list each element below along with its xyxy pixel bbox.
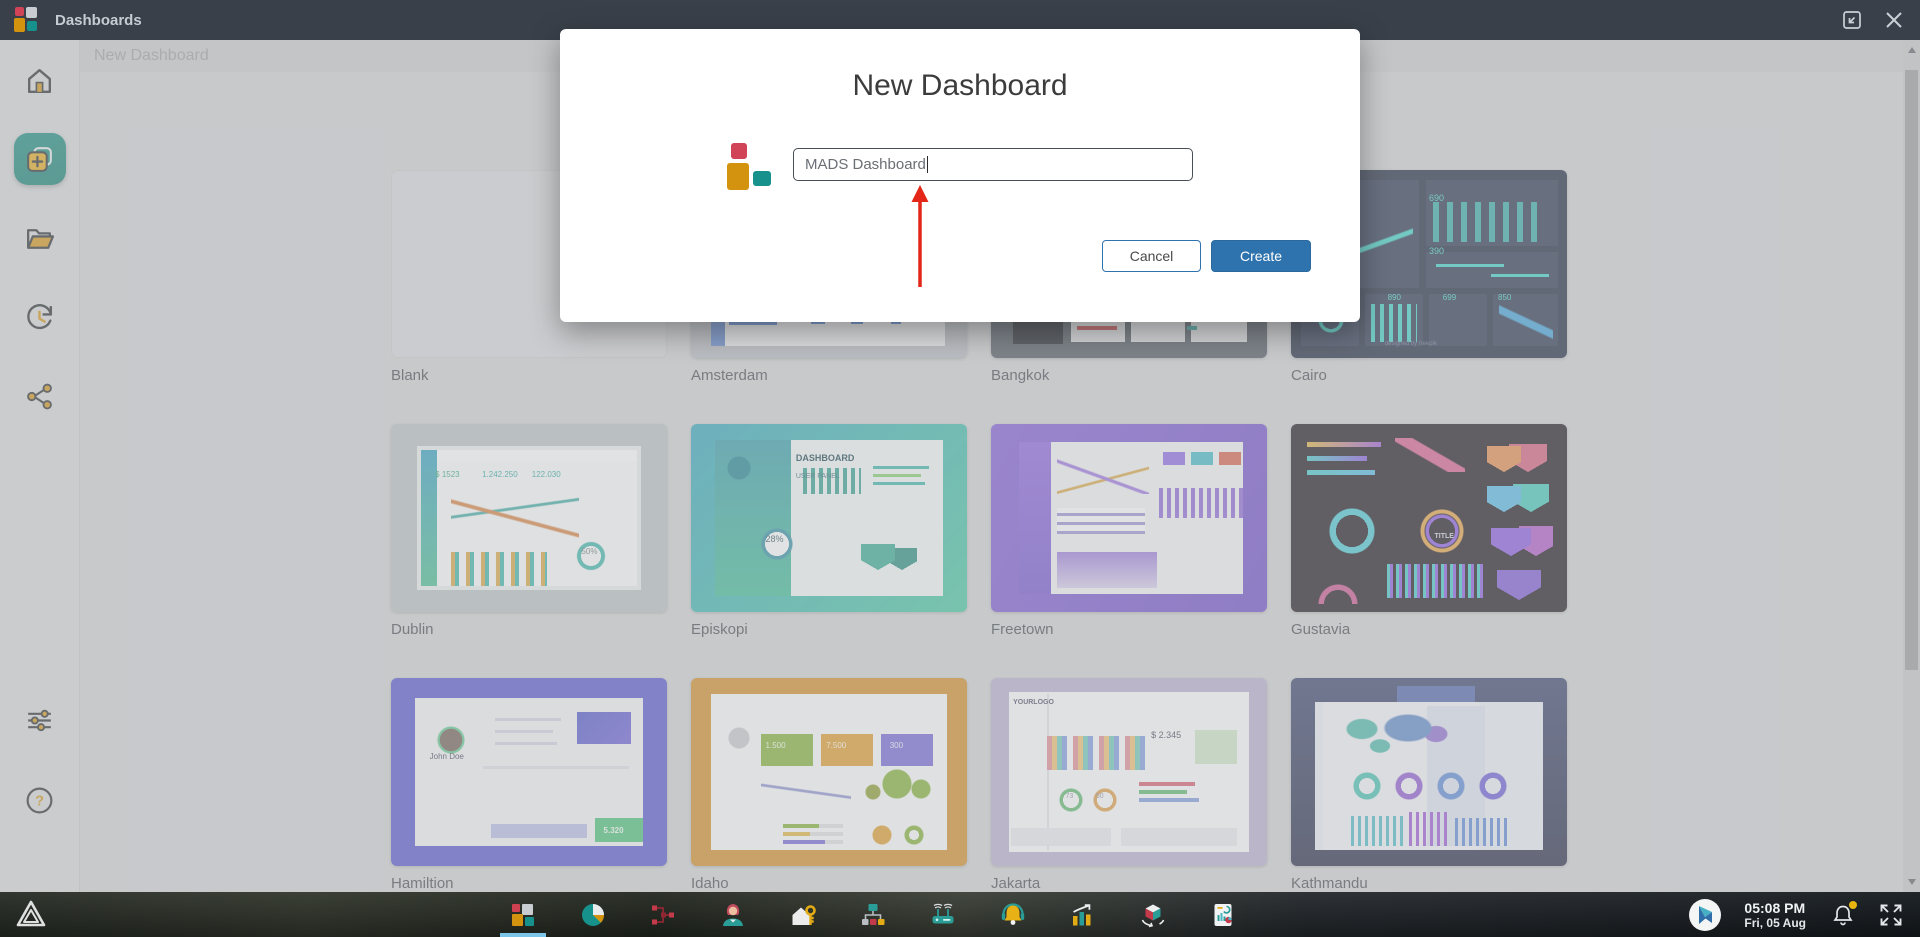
system-tray: 05:08 PM Fri, 05 Aug bbox=[1688, 892, 1920, 937]
sitemap-icon bbox=[859, 901, 887, 929]
cancel-button[interactable]: Cancel bbox=[1102, 240, 1201, 272]
taskbar-app-router[interactable] bbox=[929, 892, 957, 937]
clock-date: Fri, 05 Aug bbox=[1744, 916, 1806, 930]
router-icon bbox=[929, 901, 957, 929]
growth-chart-icon bbox=[1069, 901, 1097, 929]
notification-dot bbox=[1849, 901, 1857, 909]
taskbar: 05:08 PM Fri, 05 Aug bbox=[0, 892, 1920, 937]
report-icon bbox=[1209, 901, 1237, 929]
pie-chart-icon bbox=[579, 901, 607, 929]
taskbar-app-user[interactable] bbox=[719, 892, 747, 937]
new-dashboard-modal: New Dashboard MADS Dashboard Cancel Crea… bbox=[560, 29, 1360, 322]
taskbar-app-sitemap[interactable] bbox=[859, 892, 887, 937]
taskbar-app-pie-chart[interactable] bbox=[579, 892, 607, 937]
triangle-logo-icon[interactable] bbox=[14, 897, 48, 931]
taskbar-apps bbox=[509, 892, 1237, 937]
taskbar-app-flow[interactable] bbox=[649, 892, 677, 937]
tray-bell-icon[interactable] bbox=[1830, 902, 1856, 928]
taskbar-app-home-key[interactable] bbox=[789, 892, 817, 937]
taskbar-app-analytics[interactable] bbox=[1069, 892, 1097, 937]
create-button[interactable]: Create bbox=[1211, 240, 1311, 272]
dashboards-logo-icon bbox=[509, 901, 537, 929]
user-icon bbox=[719, 901, 747, 929]
tray-clock[interactable]: 05:08 PM Fri, 05 Aug bbox=[1744, 900, 1806, 930]
taskbar-app-report[interactable] bbox=[1209, 892, 1237, 937]
taskbar-app-dashboards[interactable] bbox=[509, 892, 537, 937]
fullscreen-icon[interactable] bbox=[1878, 902, 1904, 928]
app-title: Dashboards bbox=[55, 12, 142, 29]
restore-window-icon[interactable] bbox=[1840, 8, 1864, 32]
active-app-indicator bbox=[500, 933, 546, 937]
dashboard-name-input[interactable]: MADS Dashboard bbox=[793, 148, 1193, 181]
app-logo-icon bbox=[14, 7, 41, 34]
dashboard-name-value: MADS Dashboard bbox=[805, 156, 926, 173]
home-key-icon bbox=[789, 901, 817, 929]
modal-title: New Dashboard bbox=[560, 69, 1360, 103]
taskbar-app-sync-cube[interactable] bbox=[1139, 892, 1167, 937]
app-logo-icon bbox=[727, 143, 775, 193]
close-icon[interactable] bbox=[1882, 8, 1906, 32]
flow-diagram-icon bbox=[649, 901, 677, 929]
red-arrow-annotation bbox=[900, 181, 940, 291]
cube-sync-icon bbox=[1139, 901, 1167, 929]
text-caret bbox=[927, 156, 929, 173]
taskbar-app-notifications[interactable] bbox=[999, 892, 1027, 937]
brand-circle-icon[interactable] bbox=[1688, 898, 1722, 932]
bell-headset-icon bbox=[999, 901, 1027, 929]
clock-time: 05:08 PM bbox=[1744, 900, 1806, 916]
